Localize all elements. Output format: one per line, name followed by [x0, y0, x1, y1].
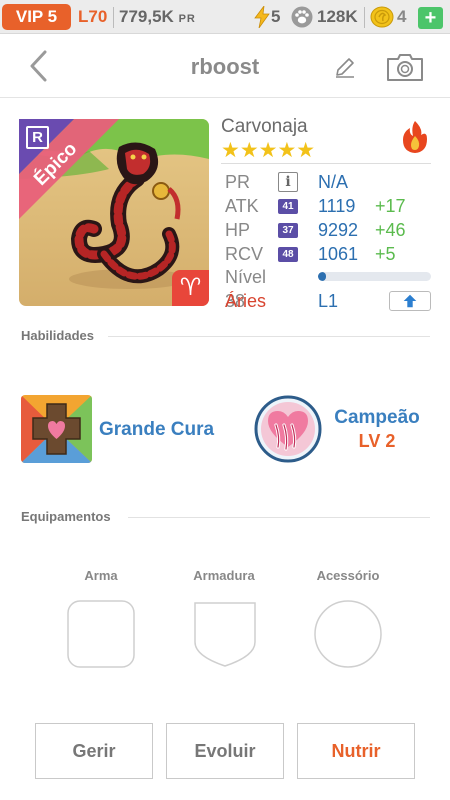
stat-value: 1061: [318, 244, 359, 264]
zodiac-badge: ♈: [172, 270, 209, 306]
stat-bonus: +5: [375, 244, 396, 264]
weapon-slot[interactable]: [67, 600, 135, 668]
divider: [221, 163, 431, 164]
stat-label: HP: [225, 220, 251, 240]
skill-level: LV 2: [358, 431, 396, 451]
armor-slot[interactable]: [191, 600, 259, 668]
stat-label: RCV: [225, 244, 264, 264]
sign-level: L1: [318, 291, 339, 311]
page-title: rboost: [190, 54, 260, 79]
pr-unit: PR: [178, 13, 196, 25]
rank-badge: R: [26, 126, 49, 149]
equip-label-weapon: Arma: [84, 568, 118, 583]
paw-count: 128K: [317, 7, 358, 26]
fire-icon: [403, 121, 427, 153]
section-title-skills: Habilidades: [21, 328, 94, 343]
skill-name[interactable]: Grande Cura: [99, 419, 214, 441]
player-level: L70: [78, 7, 108, 26]
stat-level-badge: 48: [278, 247, 298, 262]
equip-label-armor: Armadura: [193, 568, 255, 583]
divider: [108, 336, 430, 337]
paw-icon: [291, 6, 313, 28]
monster-name: Carvonaja: [221, 116, 308, 137]
stat-label: ATK: [225, 196, 259, 216]
accessory-slot[interactable]: [314, 600, 382, 668]
skill-name[interactable]: Campeão: [322, 407, 432, 429]
stat-value: 1119: [318, 196, 356, 216]
divider: [128, 517, 430, 518]
status-bar: VIP 5 L70 779,5K PR 5 128K 4 +: [0, 0, 450, 34]
heart-cross-icon: [21, 395, 92, 463]
stat-bonus: +46: [375, 220, 406, 240]
stat-value: N/A: [318, 172, 349, 192]
pr-value: 779,5K: [119, 7, 174, 26]
evolve-button[interactable]: Evoluir: [166, 723, 284, 779]
stat-value: 9292: [318, 220, 359, 240]
divider: [364, 7, 365, 28]
header: rboost: [0, 34, 450, 98]
pencil-icon[interactable]: [334, 56, 356, 78]
star-rating: ★★★★★: [221, 139, 316, 162]
arrow-up-icon: [403, 294, 417, 308]
manage-button[interactable]: Gerir: [35, 723, 153, 779]
stat-bonus: +17: [375, 196, 406, 216]
stat-level-badge: 37: [278, 223, 298, 238]
coin-icon: [370, 6, 394, 28]
camera-icon[interactable]: [386, 52, 424, 82]
upgrade-button[interactable]: [389, 291, 431, 311]
feed-button[interactable]: Nutrir: [297, 723, 415, 779]
energy-count: 5: [271, 7, 281, 26]
player-pr: 779,5K PR: [119, 6, 196, 30]
sign-label: Áries: [225, 291, 267, 311]
xp-progress-fill: [318, 272, 326, 281]
add-coins-button[interactable]: +: [418, 7, 443, 29]
lightning-icon: [254, 6, 270, 28]
vip-badge[interactable]: VIP 5: [2, 4, 71, 30]
stat-label: PR: [225, 172, 251, 192]
xp-progress-bar: [318, 272, 431, 281]
info-icon[interactable]: i: [278, 172, 298, 192]
coin-count: 4: [397, 7, 407, 26]
section-title-equipment: Equipamentos: [21, 509, 111, 524]
divider: [113, 7, 114, 28]
equip-label-accessory: Acessório: [316, 568, 380, 583]
stat-level-badge: 41: [278, 199, 298, 214]
heal-skill-icon[interactable]: [21, 395, 92, 463]
claw-heart-icon[interactable]: [254, 395, 322, 463]
